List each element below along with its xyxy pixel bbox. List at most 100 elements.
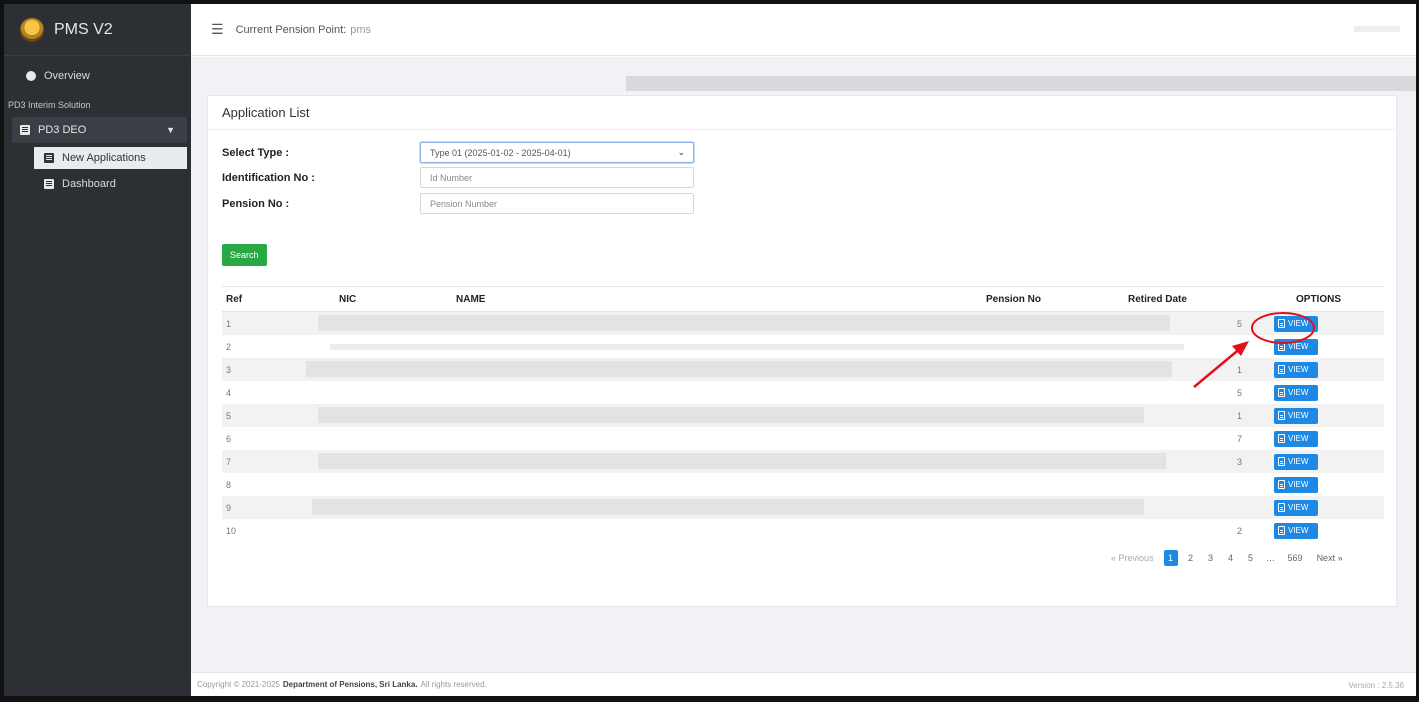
cell-retired-date: 1	[1236, 410, 1242, 421]
view-button[interactable]: VIEW	[1274, 384, 1318, 401]
identification-input[interactable]: Id Number	[420, 167, 694, 188]
table-row: 5 1 VIEW	[222, 404, 1384, 427]
cell-retired-date: 2	[1236, 525, 1242, 536]
view-button-label: VIEW	[1288, 526, 1309, 535]
applications-table: Ref NIC NAME Pension No Retired Date OPT…	[222, 286, 1384, 542]
file-icon	[20, 125, 30, 135]
column-header-pension-no: Pension No	[986, 293, 1042, 305]
user-menu[interactable]	[1354, 26, 1400, 32]
document-icon	[1278, 342, 1285, 351]
table-row: 7 3 VIEW	[222, 450, 1384, 473]
document-icon	[1278, 480, 1285, 489]
sidebar-item-label: Dashboard	[62, 178, 116, 190]
identification-label: Identification No :	[222, 171, 315, 184]
document-icon	[1278, 434, 1285, 443]
cell-ref: 2	[226, 341, 232, 352]
brand-name: PMS V2	[54, 20, 113, 38]
sidebar-item-label: New Applications	[62, 152, 146, 164]
view-button-label: VIEW	[1288, 480, 1309, 489]
view-button[interactable]: VIEW	[1274, 453, 1318, 470]
file-icon	[44, 153, 54, 163]
cell-ref: 4	[226, 387, 232, 398]
pagination-page-1[interactable]: 1	[1163, 550, 1178, 566]
pension-no-input[interactable]: Pension Number	[420, 193, 694, 214]
view-button-label: VIEW	[1288, 365, 1309, 374]
menu-toggle-icon[interactable]: ☰	[211, 21, 224, 38]
view-button[interactable]: VIEW	[1274, 430, 1318, 447]
pagination-page-2[interactable]: 2	[1184, 550, 1198, 566]
redacted-cell	[306, 361, 1172, 377]
app-window: PMS V2 Overview PD3 Interim Solution PD3…	[0, 0, 1419, 702]
info-circle-icon	[26, 71, 36, 81]
table-row: 9 VIEW	[222, 496, 1384, 519]
sidebar-section-title: PD3 Interim Solution	[8, 100, 91, 110]
redacted-cell	[330, 344, 1184, 350]
table-row: 4 5 VIEW	[222, 381, 1384, 404]
application-list-card: Application List Select Type : Type 01 (…	[207, 95, 1397, 607]
pagination-page-3[interactable]: 3	[1204, 550, 1218, 566]
pagination-page-last[interactable]: 569	[1284, 550, 1307, 566]
view-button-label: VIEW	[1288, 411, 1309, 420]
view-button-label: VIEW	[1288, 434, 1309, 443]
pagination-next[interactable]: Next »	[1313, 550, 1347, 566]
pension-no-row: Pension No : Pension Number	[222, 193, 694, 214]
select-type-label: Select Type :	[222, 146, 290, 159]
main-content: Application List Select Type : Type 01 (…	[191, 57, 1416, 696]
view-button[interactable]: VIEW	[1274, 499, 1318, 516]
view-button[interactable]: VIEW	[1274, 338, 1318, 355]
view-button[interactable]: VIEW	[1274, 315, 1318, 332]
redacted-banner	[626, 76, 1416, 91]
table-row: 1 5 VIEW	[222, 312, 1384, 335]
cell-ref: 6	[226, 433, 232, 444]
view-button[interactable]: VIEW	[1274, 476, 1318, 493]
column-header-nic: NIC	[339, 293, 357, 305]
version-label: Version : 2.5.36	[1348, 681, 1404, 690]
column-header-name: NAME	[456, 293, 486, 305]
pagination: « Previous 1 2 3 4 5 … 569 Next »	[1104, 550, 1350, 566]
column-header-options: OPTIONS	[1296, 293, 1342, 305]
brand[interactable]: PMS V2	[4, 4, 191, 56]
topbar: ☰ Current Pension Point: pms	[191, 4, 1416, 56]
view-button[interactable]: VIEW	[1274, 522, 1318, 539]
sidebar-item-overview[interactable]: Overview	[4, 62, 191, 90]
chevron-down-icon: ▼	[166, 125, 175, 135]
view-button-label: VIEW	[1288, 457, 1309, 466]
sidebar-group-label: PD3 DEO	[38, 124, 87, 136]
footer: Copyright © 2021-2025 Department of Pens…	[191, 672, 1416, 696]
pagination-page-5[interactable]: 5	[1244, 550, 1258, 566]
column-header-ref: Ref	[226, 293, 243, 305]
redacted-cell	[318, 407, 1144, 423]
cell-ref: 10	[226, 525, 237, 536]
view-button[interactable]: VIEW	[1274, 361, 1318, 378]
table-row: 6 7 VIEW	[222, 427, 1384, 450]
table-row: 2 VIEW	[222, 335, 1384, 358]
view-button-label: VIEW	[1288, 388, 1309, 397]
pension-no-label: Pension No :	[222, 197, 290, 210]
sidebar-item-new-applications[interactable]: New Applications	[34, 147, 187, 169]
rights-text: All rights reserved.	[420, 680, 487, 689]
redacted-cell	[312, 499, 1144, 515]
organization-name: Department of Pensions, Sri Lanka.	[282, 680, 418, 689]
copyright-text: Copyright © 2021-2025	[197, 680, 280, 689]
search-button[interactable]: Search	[222, 244, 267, 266]
pension-point-value: pms	[350, 23, 372, 36]
view-button[interactable]: VIEW	[1274, 407, 1318, 424]
card-title: Application List	[208, 96, 1396, 130]
identification-row: Identification No : Id Number	[222, 167, 694, 188]
cell-retired-date: 5	[1236, 387, 1242, 398]
table-row: 3 1 VIEW	[222, 358, 1384, 381]
redacted-cell	[318, 453, 1166, 469]
view-button-label: VIEW	[1288, 342, 1309, 351]
file-icon	[44, 179, 54, 189]
sidebar-group-pd3-deo[interactable]: PD3 DEO ▼	[12, 117, 187, 143]
emblem-logo-icon	[20, 17, 44, 42]
sidebar-item-dashboard[interactable]: Dashboard	[34, 173, 187, 195]
pagination-page-4[interactable]: 4	[1224, 550, 1238, 566]
document-icon	[1278, 503, 1285, 512]
pagination-ellipsis: …	[1266, 553, 1276, 563]
pagination-previous[interactable]: « Previous	[1107, 550, 1158, 566]
pension-point-label: Current Pension Point:	[235, 23, 347, 36]
view-button-label: VIEW	[1288, 503, 1309, 512]
document-icon	[1278, 319, 1285, 328]
select-type-dropdown[interactable]: Type 01 (2025-01-02 - 2025-04-01) ⌄	[420, 142, 694, 163]
